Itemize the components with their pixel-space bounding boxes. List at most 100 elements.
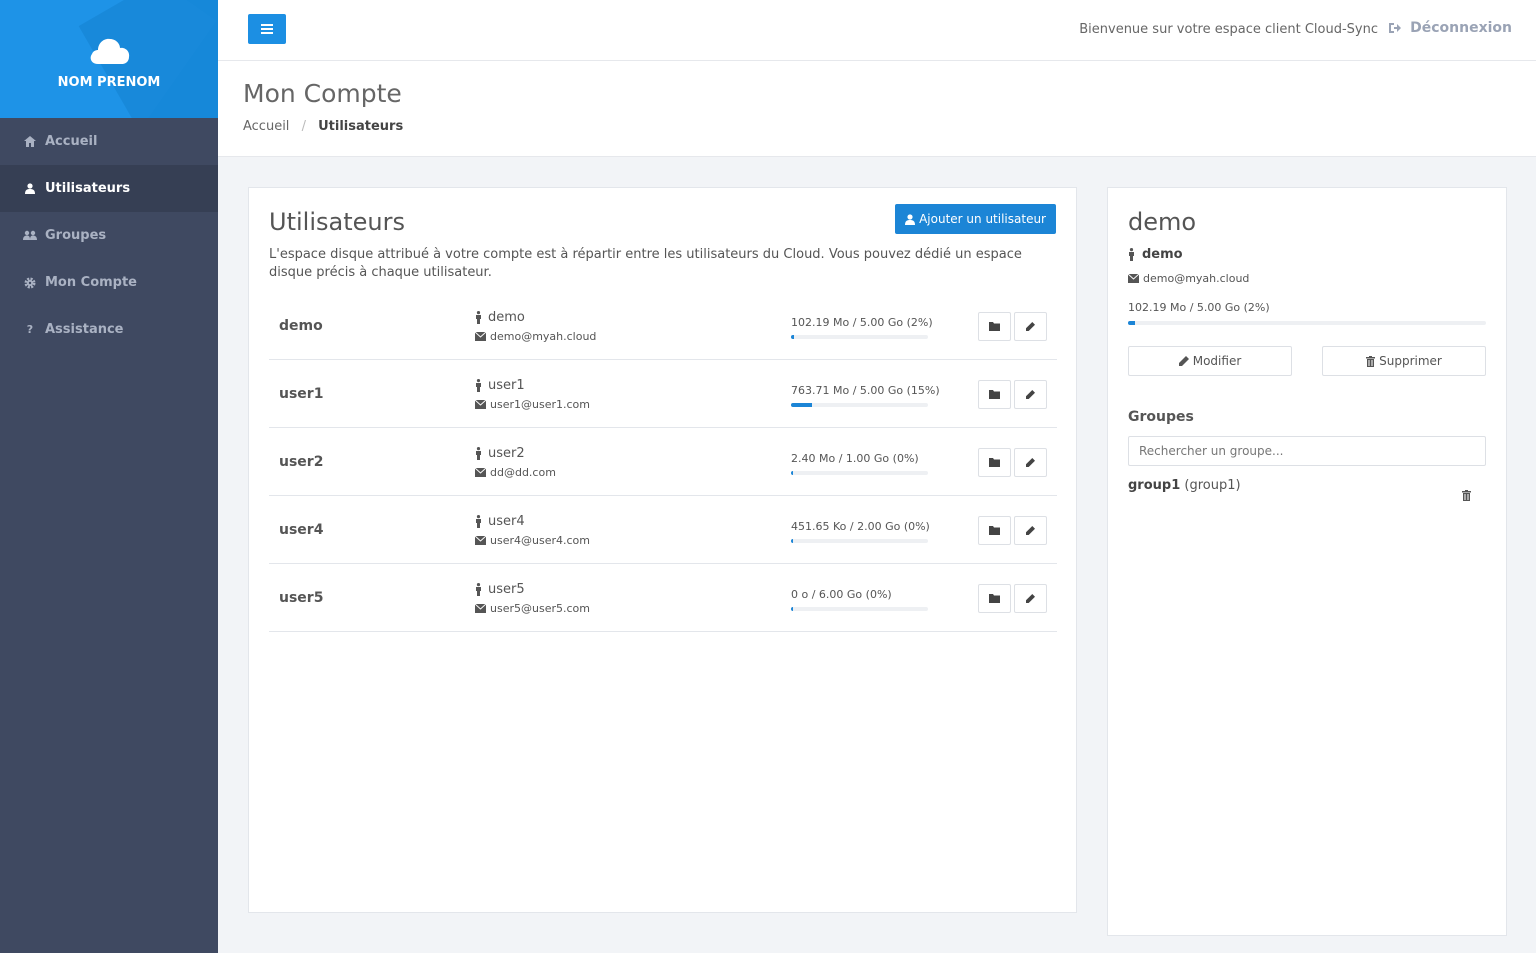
envelope-icon xyxy=(475,332,486,341)
edit-user-button[interactable] xyxy=(1014,380,1047,409)
user-login: user4 xyxy=(475,514,525,529)
home-icon xyxy=(23,136,37,147)
add-user-button[interactable]: Ajouter un utilisateur xyxy=(895,204,1056,234)
open-folder-button[interactable] xyxy=(978,380,1011,409)
detail-email-text: demo@myah.cloud xyxy=(1143,272,1250,285)
sidebar-item-label: Utilisateurs xyxy=(45,181,131,196)
sidebar-item-label: Assistance xyxy=(45,322,124,337)
logout-button[interactable]: Déconnexion xyxy=(1388,20,1512,36)
user-quota: 2.40 Mo / 1.00 Go (0%) xyxy=(791,452,919,465)
cloud-icon xyxy=(90,38,130,64)
male-icon xyxy=(476,447,481,460)
menu-toggle-button[interactable] xyxy=(248,14,286,44)
detail-email: demo@myah.cloud xyxy=(1128,272,1249,285)
sidebar-item-mon-compte[interactable]: Mon Compte xyxy=(0,259,218,306)
sidebar-item-label: Accueil xyxy=(45,134,98,149)
detail-quota: 102.19 Mo / 5.00 Go (2%) xyxy=(1128,301,1270,314)
edit-user-button[interactable] xyxy=(1014,516,1047,545)
users-list: demo demo demo@myah.cloud 102.19 Mo / 5.00 … xyxy=(269,292,1057,632)
pencil-icon xyxy=(1026,594,1035,603)
remove-group-button[interactable] xyxy=(1462,486,1471,505)
open-folder-button[interactable] xyxy=(978,312,1011,341)
user-quota: 102.19 Mo / 5.00 Go (2%) xyxy=(791,316,933,329)
detail-login: demo xyxy=(1128,247,1183,262)
breadcrumb: Accueil / Utilisateurs xyxy=(243,119,403,134)
edit-user-button[interactable] xyxy=(1014,584,1047,613)
user-login: user2 xyxy=(475,446,525,461)
user-email: user1@user1.com xyxy=(475,398,590,411)
user-login-text: user5 xyxy=(488,582,525,597)
sidebar-item-utilisateurs[interactable]: Utilisateurs xyxy=(0,165,218,212)
group-name: group1 xyxy=(1128,478,1181,493)
user-login: user1 xyxy=(475,378,525,393)
folder-icon xyxy=(989,526,1000,535)
user-quota-bar xyxy=(791,471,928,475)
user-quota: 763.71 Mo / 5.00 Go (15%) xyxy=(791,384,940,397)
pencil-icon xyxy=(1026,322,1035,331)
groups-title: Groupes xyxy=(1128,409,1194,425)
pencil-icon xyxy=(1178,356,1189,366)
user-row[interactable]: user5 user5 user5@user5.com 0 o / 6.00 Go (… xyxy=(269,564,1057,632)
topbar: Bienvenue sur votre espace client Cloud-… xyxy=(218,0,1536,61)
sidebar-item-label: Mon Compte xyxy=(45,275,138,290)
user-login-text: user2 xyxy=(488,446,525,461)
male-icon xyxy=(476,311,481,324)
user-login: user5 xyxy=(475,582,525,597)
user-email-text: user4@user4.com xyxy=(490,534,590,547)
sidebar-item-accueil[interactable]: Accueil xyxy=(0,118,218,165)
user-email-text: user5@user5.com xyxy=(490,602,590,615)
detail-title: demo xyxy=(1128,208,1197,236)
envelope-icon xyxy=(475,400,486,409)
user-row[interactable]: user4 user4 user4@user4.com 451.65 Ko / 2.0… xyxy=(269,496,1057,564)
folder-icon xyxy=(989,390,1000,399)
detail-login-text: demo xyxy=(1142,247,1183,262)
sidebar-item-groupes[interactable]: Groupes xyxy=(0,212,218,259)
users-panel: Utilisateurs Ajouter un utilisateur L'es… xyxy=(248,187,1077,913)
user-email: demo@myah.cloud xyxy=(475,330,596,343)
modify-label: Modifier xyxy=(1192,354,1242,368)
logout-label: Déconnexion xyxy=(1410,20,1512,36)
envelope-icon xyxy=(1128,274,1139,283)
sign-out-icon xyxy=(1389,23,1402,33)
add-user-label: Ajouter un utilisateur xyxy=(919,212,1046,226)
user-login-text: demo xyxy=(488,310,525,325)
user-row[interactable]: demo demo demo@myah.cloud 102.19 Mo / 5.00 … xyxy=(269,292,1057,360)
trash-icon xyxy=(1366,355,1376,367)
open-folder-button[interactable] xyxy=(978,516,1011,545)
open-folder-button[interactable] xyxy=(978,584,1011,613)
user-login: demo xyxy=(475,310,525,325)
modify-button[interactable]: Modifier xyxy=(1128,346,1292,376)
user-email-text: dd@dd.com xyxy=(490,466,556,479)
envelope-icon xyxy=(475,536,486,545)
open-folder-button[interactable] xyxy=(978,448,1011,477)
edit-user-button[interactable] xyxy=(1014,312,1047,341)
folder-icon xyxy=(989,594,1000,603)
user-row[interactable]: user2 user2 dd@dd.com 2.40 Mo / 1.00 Go (0%… xyxy=(269,428,1057,496)
user-name: user1 xyxy=(279,386,324,402)
user-icon xyxy=(905,213,916,225)
pencil-icon xyxy=(1026,390,1035,399)
welcome-text: Bienvenue sur votre espace client Cloud-… xyxy=(1079,22,1378,37)
gear-icon xyxy=(23,277,37,289)
envelope-icon xyxy=(475,604,486,613)
sidebar: NOM PRENOM Accueil Utilisateurs Groupes Mon… xyxy=(0,0,218,953)
user-row[interactable]: user1 user1 user1@user1.com 763.71 Mo / 5.0… xyxy=(269,360,1057,428)
user-email: dd@dd.com xyxy=(475,466,556,479)
user-icon xyxy=(23,183,37,194)
page-title: Mon Compte xyxy=(243,79,402,108)
group-search-input[interactable] xyxy=(1128,436,1486,466)
breadcrumb-home-link[interactable]: Accueil xyxy=(243,119,289,134)
edit-user-button[interactable] xyxy=(1014,448,1047,477)
pencil-icon xyxy=(1026,526,1035,535)
user-quota: 451.65 Ko / 2.00 Go (0%) xyxy=(791,520,930,533)
user-quota-bar xyxy=(791,539,928,543)
sidebar-item-assistance[interactable]: ? Assistance xyxy=(0,306,218,353)
user-quota-bar xyxy=(791,403,928,407)
user-quota: 0 o / 6.00 Go (0%) xyxy=(791,588,892,601)
detail-quota-bar xyxy=(1128,321,1486,325)
sidebar-item-label: Groupes xyxy=(45,228,107,243)
male-icon xyxy=(476,583,481,596)
delete-button[interactable]: Supprimer xyxy=(1322,346,1486,376)
user-name: user5 xyxy=(279,590,324,606)
page-header: Mon Compte Accueil / Utilisateurs xyxy=(218,61,1536,157)
